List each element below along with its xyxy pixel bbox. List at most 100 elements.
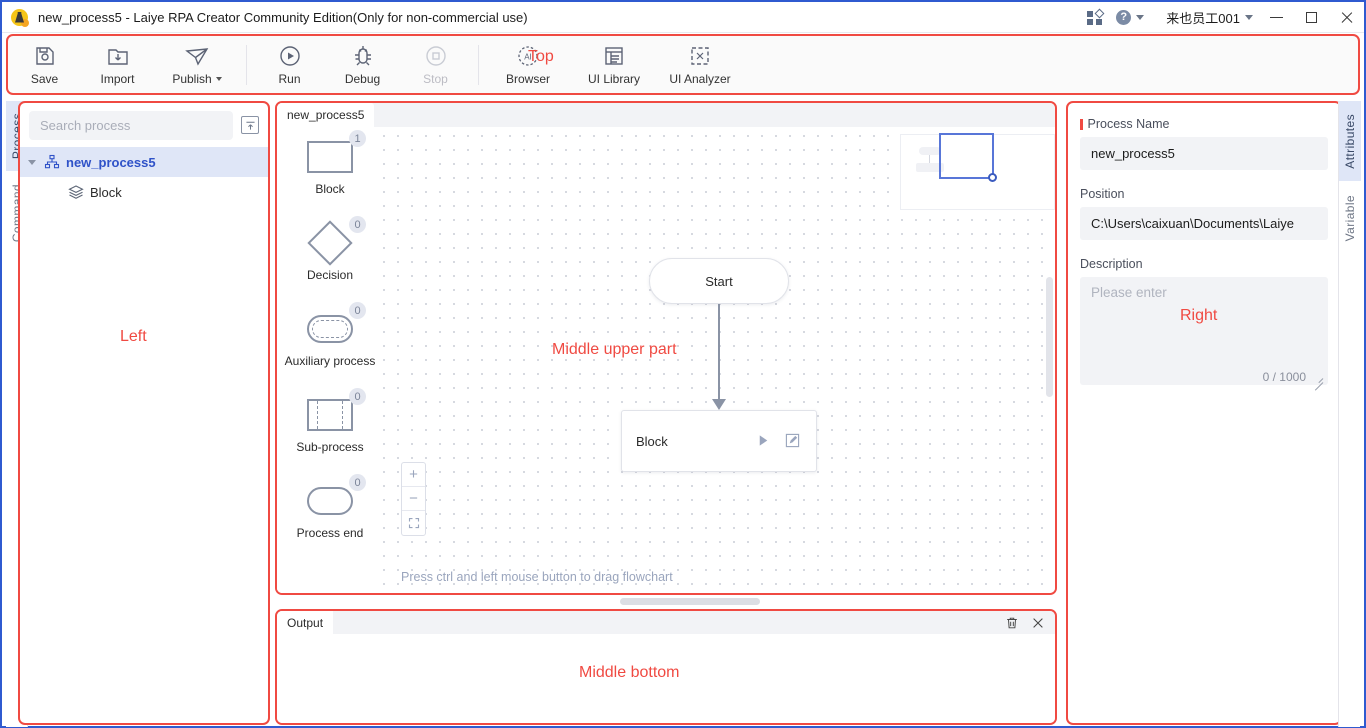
apps-grid-button[interactable] bbox=[1081, 2, 1110, 33]
edit-pencil-icon[interactable] bbox=[785, 433, 802, 450]
flow-node-label: Block bbox=[636, 433, 668, 449]
title-bar: new_process5 - Laiye RPA Creator Communi… bbox=[2, 2, 1364, 33]
position-input[interactable] bbox=[1080, 207, 1328, 240]
toolbar-group-file: Save Import Publish bbox=[8, 36, 240, 93]
debug-button[interactable]: Debug bbox=[326, 37, 399, 93]
description-label: Description bbox=[1080, 257, 1328, 271]
chevron-down-icon[interactable] bbox=[28, 159, 36, 165]
process-name-input[interactable] bbox=[1080, 137, 1328, 170]
publish-button[interactable]: Publish bbox=[154, 37, 240, 93]
palette-item-auxiliary-process[interactable]: 0 Auxiliary process bbox=[277, 299, 383, 385]
collapse-all-icon[interactable] bbox=[241, 116, 259, 134]
run-button[interactable]: Run bbox=[253, 37, 326, 93]
window-title: new_process5 - Laiye RPA Creator Communi… bbox=[38, 9, 528, 25]
chevron-down-icon bbox=[1136, 14, 1145, 20]
save-button-label: Save bbox=[30, 71, 59, 86]
minimap-viewport[interactable] bbox=[939, 133, 997, 182]
title-bar-actions: ? 来也员工001 bbox=[1081, 2, 1364, 33]
fit-screen-icon[interactable] bbox=[402, 511, 425, 535]
zoom-in-icon[interactable]: + bbox=[402, 463, 425, 487]
resize-grip-icon[interactable] bbox=[1313, 375, 1323, 385]
description-textarea[interactable] bbox=[1080, 277, 1328, 385]
palette-item-block[interactable]: 1 Block bbox=[277, 127, 383, 213]
user-name-label: 来也员工001 bbox=[1166, 10, 1240, 26]
chevron-down-icon bbox=[1245, 14, 1253, 20]
panel-tab-attributes-label: Attributes bbox=[1343, 113, 1357, 169]
ui-analyzer-button[interactable]: UI Analyzer bbox=[657, 37, 743, 93]
minimap-resize-handle[interactable] bbox=[988, 173, 997, 182]
flow-edge-arrow-icon bbox=[712, 399, 726, 410]
help-button[interactable]: ? bbox=[1110, 2, 1150, 33]
block-shape-icon: 1 bbox=[304, 130, 366, 175]
tree-item-label: new_process5 bbox=[66, 154, 156, 170]
import-button-label: Import bbox=[100, 71, 135, 86]
publish-label-text: Publish bbox=[172, 71, 212, 86]
process-end-shape-icon: 0 bbox=[304, 474, 366, 519]
output-overlay-label: Middle bottom bbox=[579, 664, 680, 681]
panel-tab-variable-label: Variable bbox=[1343, 194, 1357, 242]
maximize-icon bbox=[1306, 11, 1317, 23]
zoom-out-icon[interactable]: − bbox=[402, 487, 425, 511]
flowchart-canvas[interactable]: 1 Block 0 Decision 0 Auxiliary process 0… bbox=[277, 127, 1055, 593]
minimap[interactable] bbox=[900, 133, 1055, 210]
required-marker bbox=[1080, 118, 1083, 130]
user-menu-button[interactable]: 来也员工001 bbox=[1150, 2, 1259, 33]
description-character-counter: 0 / 1000 bbox=[1262, 370, 1306, 384]
play-icon[interactable] bbox=[756, 433, 773, 450]
canvas-horizontal-scrollbar-area bbox=[275, 595, 1057, 607]
trash-icon[interactable] bbox=[1005, 616, 1019, 630]
stop-button[interactable]: Stop bbox=[399, 37, 472, 93]
tree-item-label: Block bbox=[90, 184, 122, 200]
search-input[interactable] bbox=[29, 110, 233, 140]
palette-count-badge: 0 bbox=[349, 388, 366, 405]
browser-button-label: Browser bbox=[505, 71, 550, 86]
palette-item-sub-process[interactable]: 0 Sub-process bbox=[277, 385, 383, 471]
output-header: Output bbox=[277, 611, 1055, 634]
maximize-button[interactable] bbox=[1294, 2, 1329, 33]
tree-item-new-process5[interactable]: new_process5 bbox=[20, 147, 268, 177]
toolbar-divider bbox=[478, 44, 479, 85]
palette-item-process-end[interactable]: 0 Process end bbox=[277, 471, 383, 557]
browser-ai-circle-icon: AI bbox=[516, 44, 540, 68]
tree-item-block[interactable]: Block bbox=[20, 177, 268, 207]
application-window: new_process5 - Laiye RPA Creator Communi… bbox=[0, 0, 1366, 728]
debug-button-label: Debug bbox=[344, 71, 381, 86]
tab-new-process5[interactable]: new_process5 bbox=[277, 103, 375, 127]
browser-button[interactable]: AI Browser bbox=[485, 37, 571, 93]
panel-tab-attributes[interactable]: Attributes bbox=[1339, 101, 1361, 181]
stop-button-label: Stop bbox=[423, 71, 448, 86]
flow-node-start[interactable]: Start bbox=[649, 258, 789, 304]
save-button[interactable]: Save bbox=[8, 37, 81, 93]
minimize-button[interactable] bbox=[1259, 2, 1294, 33]
run-play-circle-icon bbox=[278, 44, 302, 68]
canvas-vertical-scrollbar[interactable] bbox=[1046, 277, 1053, 397]
output-content[interactable]: Middle bottom bbox=[277, 634, 1055, 723]
panel-tab-variable[interactable]: Variable bbox=[1339, 181, 1361, 255]
canvas-tabstrip: new_process5 bbox=[277, 103, 1055, 127]
description-label-text: Description bbox=[1080, 257, 1143, 271]
help-circle-icon: ? bbox=[1116, 9, 1132, 25]
rounded-dashed-shape bbox=[307, 315, 353, 343]
import-button[interactable]: Import bbox=[81, 37, 154, 93]
tab-output[interactable]: Output bbox=[277, 611, 334, 634]
auxiliary-process-shape-icon: 0 bbox=[304, 302, 366, 347]
palette-item-decision[interactable]: 0 Decision bbox=[277, 213, 383, 299]
palette-count-badge: 0 bbox=[349, 302, 366, 319]
flow-node-block[interactable]: Block bbox=[621, 410, 817, 472]
layers-stack-icon bbox=[68, 185, 84, 199]
canvas-zoom-controls: + − bbox=[401, 462, 426, 536]
palette-item-label: Sub-process bbox=[296, 440, 364, 454]
close-icon[interactable] bbox=[1031, 616, 1045, 630]
ui-analyzer-crop-icon bbox=[688, 44, 712, 68]
palette-item-label: Process end bbox=[296, 526, 364, 540]
run-button-label: Run bbox=[278, 71, 301, 86]
canvas-horizontal-scrollbar[interactable] bbox=[620, 598, 760, 605]
toolbar-group-run: Run Debug Stop bbox=[253, 36, 472, 93]
decision-shape-icon: 0 bbox=[304, 216, 366, 266]
rectangle-shape bbox=[307, 141, 353, 173]
close-button[interactable] bbox=[1329, 2, 1364, 33]
ui-library-button[interactable]: UI Library bbox=[571, 37, 657, 93]
ui-analyzer-button-label: UI Analyzer bbox=[669, 71, 731, 86]
